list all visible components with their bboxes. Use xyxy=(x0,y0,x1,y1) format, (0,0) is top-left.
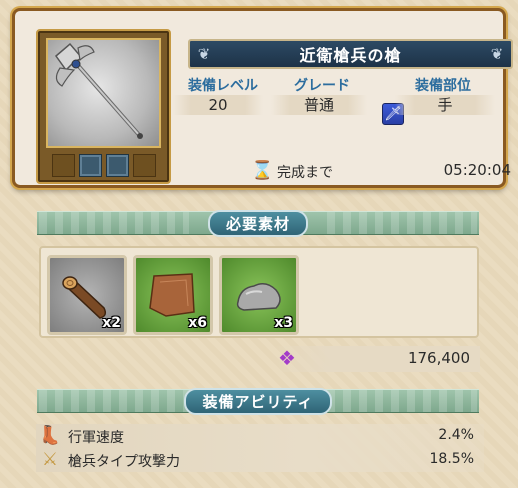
vine-ornament xyxy=(39,390,189,412)
log-icon xyxy=(60,268,114,322)
empty-slot xyxy=(51,154,75,177)
abilities-header: 装備アビリティ xyxy=(37,387,479,415)
completion-timer: ⌛ 完成まで 05:20:04 xyxy=(251,159,518,185)
level-value: 20 xyxy=(173,95,263,115)
empty-slot xyxy=(132,154,156,177)
level-label: 装備レベル xyxy=(188,78,258,94)
cost-value: 176,400 xyxy=(407,349,470,367)
material-slot-log[interactable]: x2 xyxy=(47,255,127,335)
leather-icon xyxy=(146,268,200,322)
part-value: 手 xyxy=(395,95,495,115)
grade-label: グレード xyxy=(294,78,350,94)
item-icon-frame xyxy=(36,29,171,184)
material-count: x6 xyxy=(188,315,207,331)
timer-value: 05:20:04 xyxy=(443,161,511,179)
material-slot-stone[interactable]: x3 xyxy=(219,255,299,335)
gem-slot-icon[interactable] xyxy=(78,154,102,177)
crystal-cost: ❖ 176,400 xyxy=(270,346,480,372)
boot-icon: 👢 xyxy=(38,425,62,446)
ability-label: 行軍速度 xyxy=(68,430,124,446)
hourglass-icon: ⌛ xyxy=(251,160,274,181)
sword-icon: ⚔ xyxy=(41,449,59,470)
spear-icon xyxy=(46,38,161,148)
crystal-icon: ❖ xyxy=(278,346,296,370)
stone-icon xyxy=(232,268,286,322)
ornament-icon: ❦ xyxy=(197,45,211,63)
item-title: 近衛槍兵の槍 xyxy=(299,46,402,65)
materials-header: 必要素材 xyxy=(37,209,479,237)
ability-value: 2.4% xyxy=(438,427,474,443)
materials-panel: x2 x6 x3 xyxy=(39,246,479,338)
material-count: x3 xyxy=(274,315,293,331)
ability-value: 18.5% xyxy=(429,451,474,467)
timer-label: 完成まで xyxy=(277,165,333,181)
gem-slots xyxy=(46,154,161,179)
ornament-icon: ❦ xyxy=(490,45,504,63)
material-slot-leather[interactable]: x6 xyxy=(133,255,213,335)
part-label: 装備部位 xyxy=(415,78,471,94)
materials-title: 必要素材 xyxy=(207,209,308,237)
material-count: x2 xyxy=(102,315,121,331)
ability-label: 槍兵タイプ攻撃力 xyxy=(68,454,180,470)
ability-row: ⚔ 槍兵タイプ攻撃力 18.5% xyxy=(36,448,484,472)
item-title-bar: ❦ 近衛槍兵の槍 ❦ xyxy=(188,39,513,69)
item-detail-panel: ❦ 近衛槍兵の槍 ❦ 装備レベル 20 グレード 普通 🗡 装備部位 手 ⌛ 完… xyxy=(12,8,513,188)
vine-ornament xyxy=(39,212,189,234)
ability-row: 👢 行軍速度 2.4% xyxy=(36,424,484,448)
grade-value: 普通 xyxy=(271,95,367,115)
abilities-title: 装備アビリティ xyxy=(184,387,332,415)
vine-ornament xyxy=(327,390,477,412)
gem-slot-icon[interactable] xyxy=(105,154,129,177)
vine-ornament xyxy=(327,212,477,234)
